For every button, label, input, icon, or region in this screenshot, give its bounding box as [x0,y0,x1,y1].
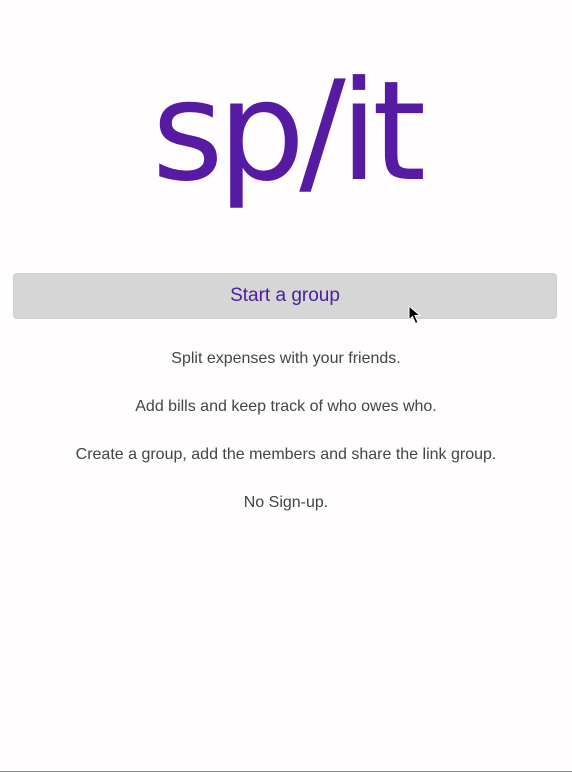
info-line-split-expenses: Split expenses with your friends. [171,350,401,367]
mouse-pointer-icon [408,305,422,325]
info-line-track-bills: Add bills and keep track of who owes who… [135,398,437,415]
info-line-create-group: Create a group, add the members and shar… [75,446,497,463]
info-line-no-signup: No Sign-up. [243,494,329,511]
split-logo: sp/it [151,51,426,212]
start-group-button[interactable]: Start a group [13,273,557,319]
